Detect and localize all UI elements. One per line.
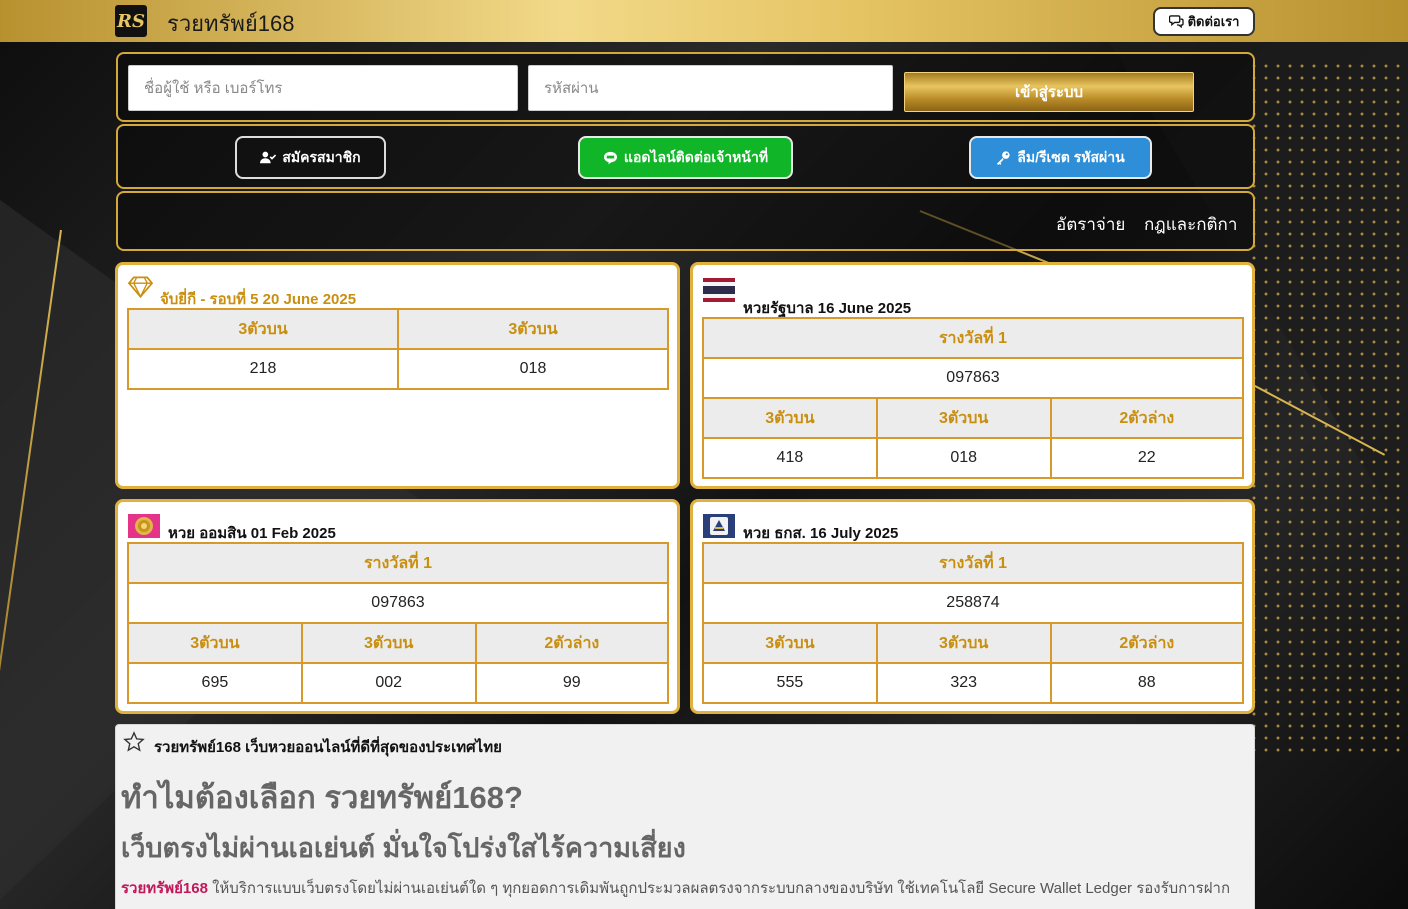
baac-header-2: 3ตัวบน [875, 622, 1052, 664]
baac-value-2: 323 [875, 662, 1052, 704]
government-prize-value: 097863 [702, 357, 1244, 399]
logo-text: RS [117, 10, 145, 32]
register-label: สมัครสมาชิก [282, 148, 361, 165]
baac-value-3: 88 [1049, 662, 1245, 704]
username-placeholder: ชื่อผู้ใช้ หรือ เบอร์โทร [144, 80, 283, 97]
gsb-prize-value: 097863 [127, 582, 669, 624]
diamond-icon [128, 276, 153, 299]
baac-lottery-card: หวย ธกส. 16 July 2025 รางวัลที่ 1 258874… [690, 499, 1255, 714]
baac-logo-icon [703, 514, 735, 538]
government-value-3: 22 [1049, 437, 1245, 479]
info-subtitle: เว็บตรงไม่ผ่านเอเย่นต์ มั่นใจโปร่งใสไร้ค… [121, 833, 686, 863]
info-heading: รวยทรัพย์168 เว็บหวยออนไลน์ที่ดีที่สุดขอ… [154, 739, 502, 756]
line-contact-button[interactable]: แอดไลน์ติดต่อเจ้าหน้าที่ [578, 136, 793, 179]
info-paragraph-text: ให้บริการแบบเว็บตรงโดยไม่ผ่านเอเย่นต์ใด … [207, 880, 1231, 897]
menu-link-rates[interactable]: อัตราจ่าย [1056, 211, 1125, 238]
government-header-1: 3ตัวบน [702, 397, 878, 439]
yeekee-card: จับยี่กี - รอบที่ 5 20 June 2025 3ตัวบน … [115, 262, 680, 489]
login-panel: ชื่อผู้ใช้ หรือ เบอร์โทร รหัสผ่าน เข้าสู… [116, 52, 1255, 122]
baac-prize-value: 258874 [702, 582, 1244, 624]
baac-header-3: 2ตัวล่าง [1049, 622, 1245, 664]
government-value-2: 018 [875, 437, 1052, 479]
yeekee-table: 3ตัวบน 3ตัวบน 218 018 [127, 308, 669, 390]
gsb-lottery-card: หวย ออมสิน 01 Feb 2025 รางวัลที่ 1 09786… [115, 499, 680, 714]
chat-bubbles-icon [1168, 15, 1184, 28]
government-header-2: 3ตัวบน [875, 397, 1052, 439]
gsb-value-1: 695 [127, 662, 303, 704]
gsb-header-2: 3ตัวบน [300, 622, 477, 664]
menu-panel: อัตราจ่าย กฎและกติกา [116, 191, 1255, 251]
info-brand: รวยทรัพย์168 [121, 880, 208, 897]
action-panel: สมัครสมาชิก แอดไลน์ติดต่อเจ้าหน้าที่ ลืม… [116, 124, 1255, 189]
yeekee-header-2: 3ตัวบน [397, 308, 669, 350]
star-outline-icon [123, 731, 145, 752]
yeekee-value-2: 018 [397, 348, 669, 390]
government-value-1: 418 [702, 437, 878, 479]
site-title[interactable]: รวยทรัพย์168 [167, 6, 294, 41]
government-table: รางวัลที่ 1 097863 3ตัวบน 3ตัวบน 2ตัวล่า… [702, 317, 1245, 479]
yeekee-header-1: 3ตัวบน [127, 308, 399, 350]
gsb-value-2: 002 [300, 662, 477, 704]
government-prize-label: รางวัลที่ 1 [702, 317, 1244, 359]
info-paragraph: รวยทรัพย์168 ให้บริการแบบเว็บตรงโดยไม่ผ่… [121, 879, 1249, 899]
username-input[interactable]: ชื่อผู้ใช้ หรือ เบอร์โทร [128, 65, 518, 111]
reset-label: ลืม/รีเซต รหัสผ่าน [1017, 148, 1125, 165]
register-button[interactable]: สมัครสมาชิก [235, 136, 386, 179]
gsb-logo-icon [128, 514, 160, 538]
reset-password-button[interactable]: ลืม/รีเซต รหัสผ่าน [969, 136, 1152, 179]
baac-prize-label: รางวัลที่ 1 [702, 542, 1244, 584]
yeekee-value-1: 218 [127, 348, 399, 390]
government-lottery-card: หวยรัฐบาล 16 June 2025 รางวัลที่ 1 09786… [690, 262, 1255, 489]
gsb-header-3: 2ตัวล่าง [474, 622, 670, 664]
government-header-3: 2ตัวล่าง [1049, 397, 1245, 439]
thai-flag-icon [703, 278, 735, 302]
baac-value-1: 555 [702, 662, 878, 704]
gsb-header-1: 3ตัวบน [127, 622, 303, 664]
gsb-table: รางวัลที่ 1 097863 3ตัวบน 3ตัวบน 2ตัวล่า… [127, 542, 670, 704]
baac-header-1: 3ตัวบน [702, 622, 878, 664]
baac-table: รางวัลที่ 1 258874 3ตัวบน 3ตัวบน 2ตัวล่า… [702, 542, 1245, 704]
password-placeholder: รหัสผ่าน [544, 80, 599, 97]
user-check-icon [260, 151, 277, 164]
menu-link-rules[interactable]: กฎและกติกา [1144, 211, 1237, 238]
gsb-value-3: 99 [474, 662, 670, 704]
info-section: รวยทรัพย์168 เว็บหวยออนไลน์ที่ดีที่สุดขอ… [115, 724, 1255, 909]
key-icon [997, 151, 1010, 165]
gsb-prize-label: รางวัลที่ 1 [127, 542, 669, 584]
login-button[interactable]: เข้าสู่ระบบ [904, 72, 1194, 112]
info-title: ทำไมต้องเลือก รวยทรัพย์168? [121, 780, 523, 815]
password-input[interactable]: รหัสผ่าน [528, 65, 893, 111]
top-header: RS รวยทรัพย์168 ติดต่อเรา [0, 0, 1408, 42]
contact-label: ติดต่อเรา [1187, 14, 1240, 29]
contact-button[interactable]: ติดต่อเรา [1153, 7, 1255, 36]
line-chat-icon [603, 151, 617, 164]
site-logo[interactable]: RS [115, 5, 147, 37]
line-label: แอดไลน์ติดต่อเจ้าหน้าที่ [623, 148, 769, 165]
